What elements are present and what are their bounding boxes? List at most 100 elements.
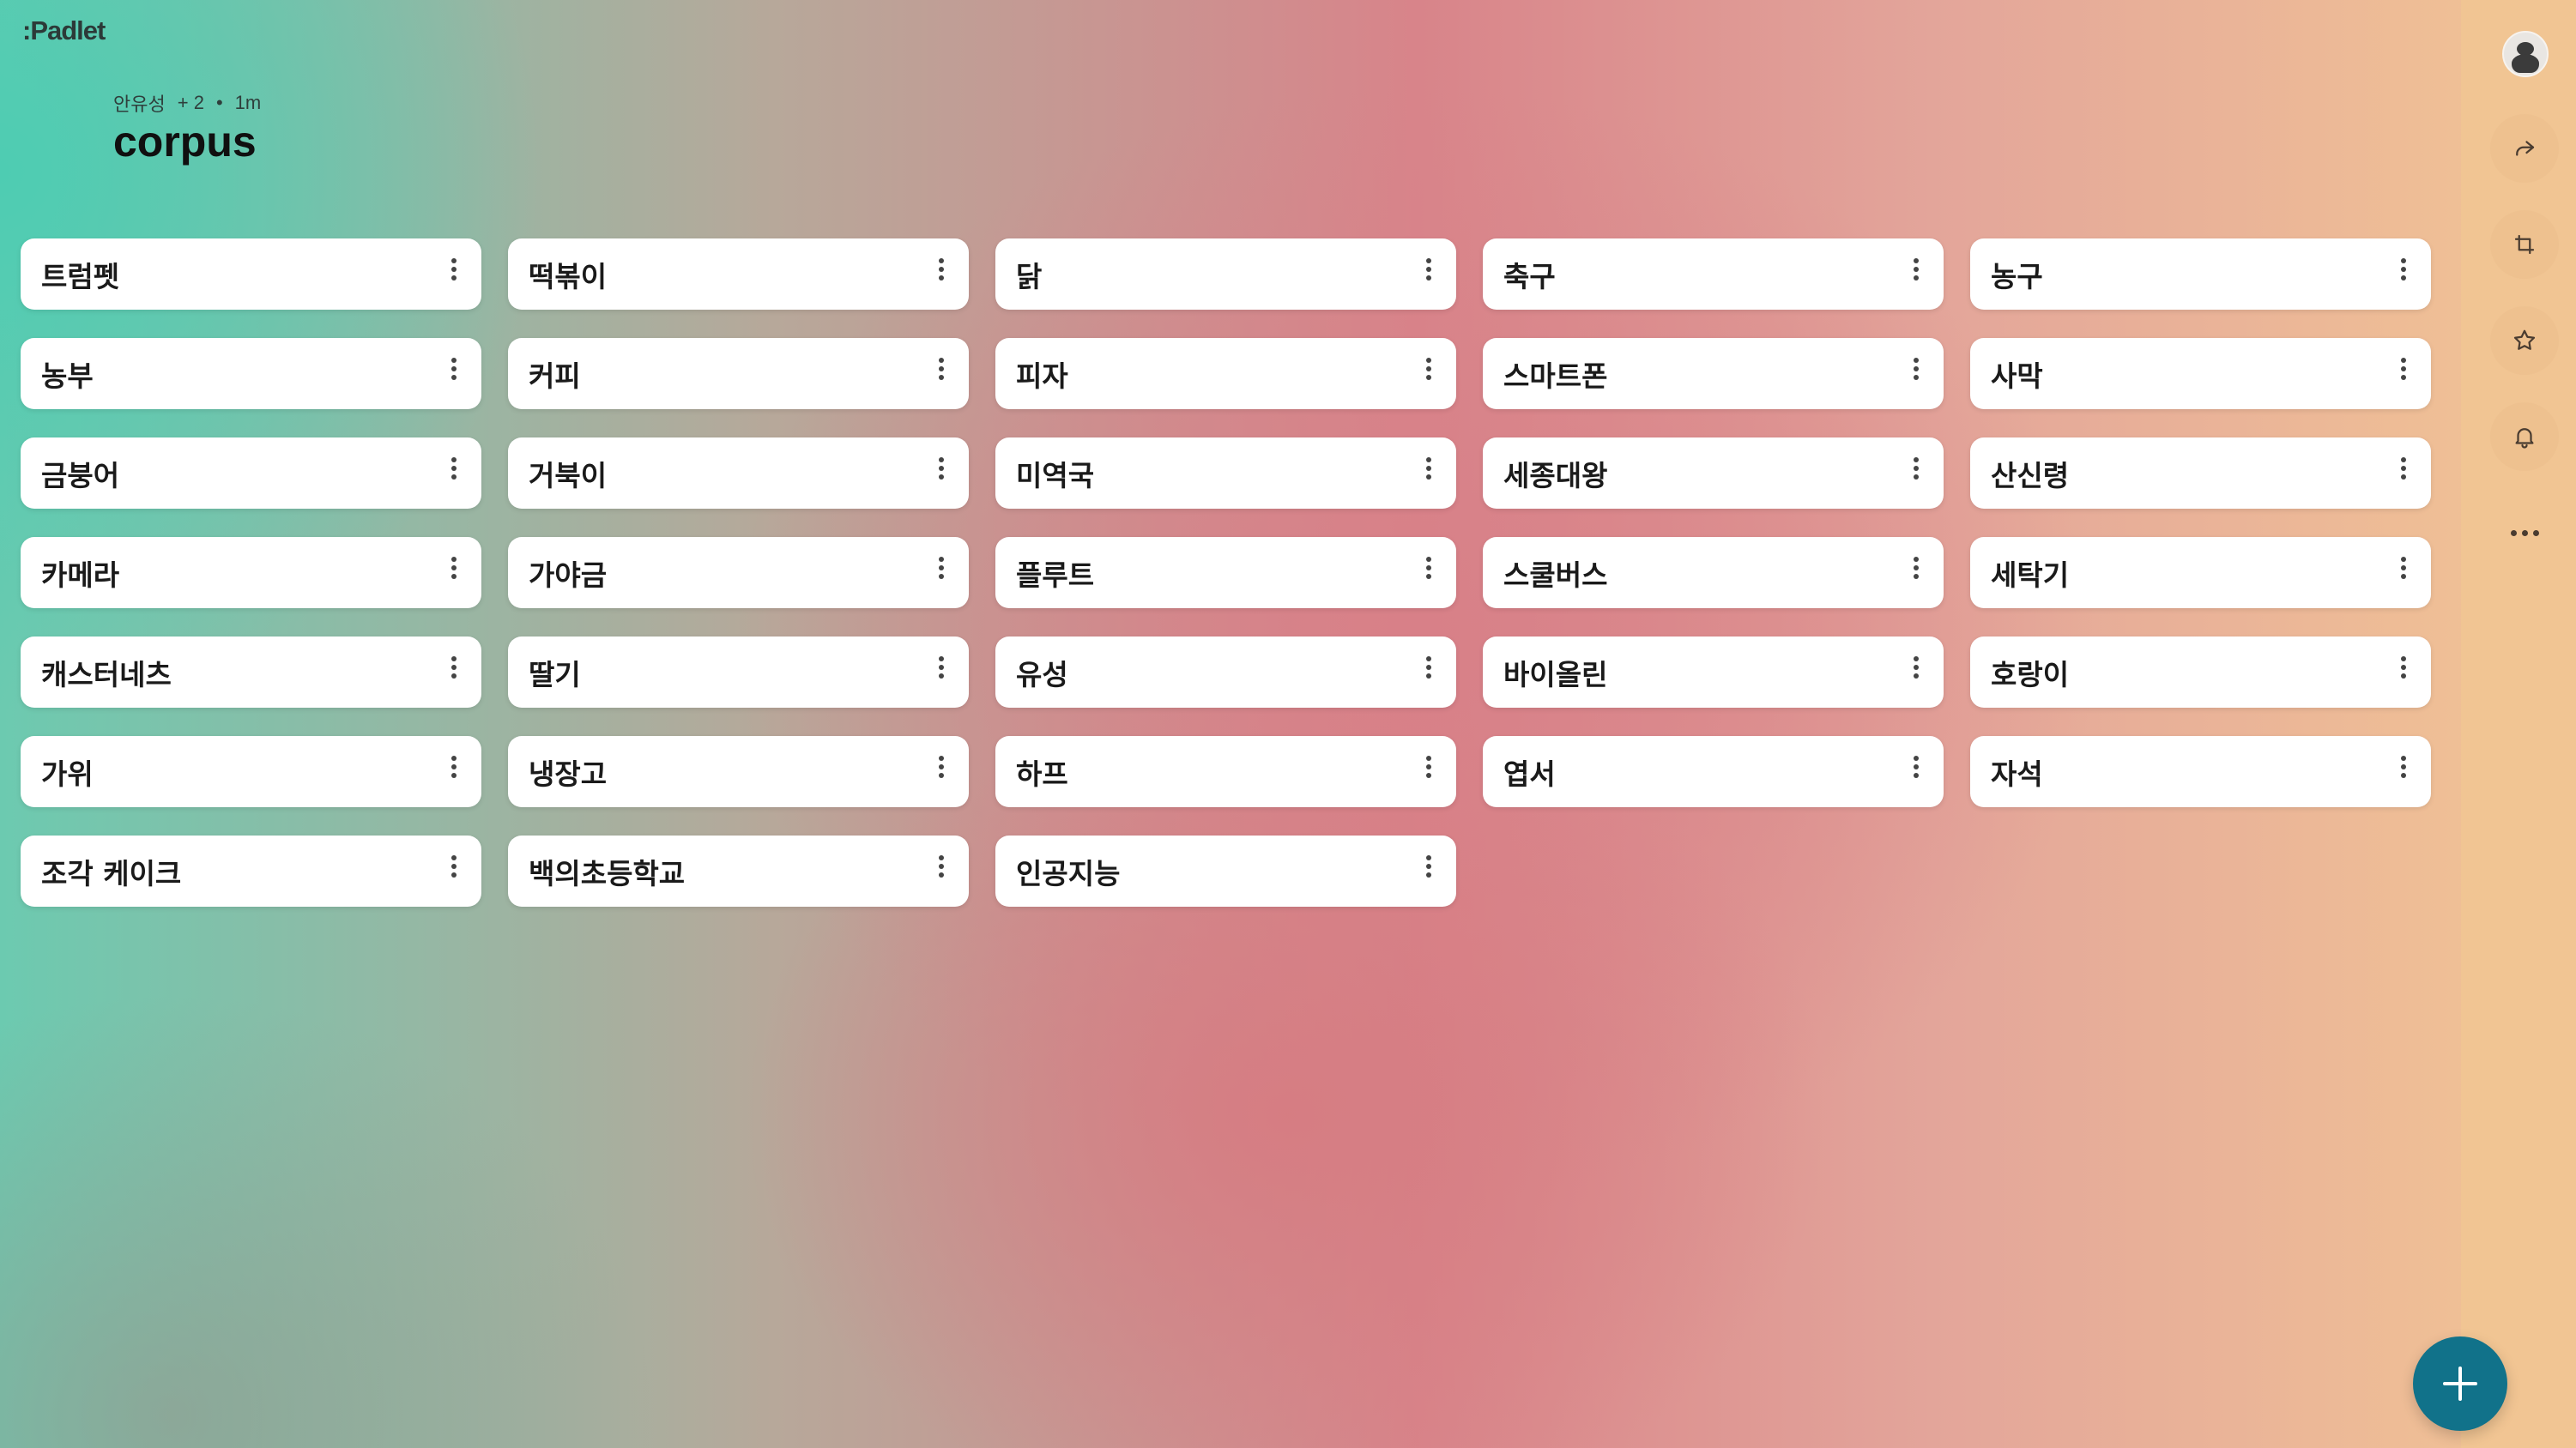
post-grid: 트럼펫 떡볶이 닭 축구 농구농부 커피 피자 스마트폰 사막금붕어 거북이 미역국 세종대왕 산신령카… xyxy=(21,238,2431,907)
post-card[interactable]: 닭 xyxy=(995,238,1456,310)
post-menu-icon[interactable] xyxy=(931,344,952,404)
post-menu-icon[interactable] xyxy=(1418,443,1439,504)
post-menu-icon[interactable] xyxy=(444,344,464,404)
post-title: 산신령 xyxy=(1991,458,2070,492)
post-title: 미역국 xyxy=(1016,458,1095,492)
remake-button[interactable] xyxy=(2490,210,2559,279)
author-name[interactable]: 안유성 xyxy=(113,89,166,117)
post-title: 농부 xyxy=(41,359,94,393)
post-menu-icon[interactable] xyxy=(1418,244,1439,305)
bell-icon xyxy=(2515,428,2534,449)
post-menu-icon[interactable] xyxy=(931,443,952,504)
post-card[interactable]: 사막 xyxy=(1970,338,2431,409)
post-card[interactable]: 산신령 xyxy=(1970,437,2431,509)
post-card[interactable]: 커피 xyxy=(508,338,969,409)
post-card[interactable]: 백의초등학교 xyxy=(508,836,969,907)
post-card[interactable]: 플루트 xyxy=(995,537,1456,608)
post-title: 스마트폰 xyxy=(1503,359,1608,393)
post-title: 호랑이 xyxy=(1991,657,2070,691)
post-card[interactable]: 인공지능 xyxy=(995,836,1456,907)
more-icon xyxy=(2510,529,2517,536)
post-card[interactable]: 카메라 xyxy=(21,537,481,608)
post-title: 엽서 xyxy=(1503,757,1556,791)
post-menu-icon[interactable] xyxy=(2393,643,2414,703)
post-card[interactable]: 바이올린 xyxy=(1483,637,1944,708)
post-menu-icon[interactable] xyxy=(1906,643,1926,703)
post-card[interactable]: 유성 xyxy=(995,637,1456,708)
board-title[interactable]: corpus xyxy=(113,117,257,166)
post-title: 자석 xyxy=(1991,757,2043,791)
post-menu-icon[interactable] xyxy=(931,643,952,703)
post-card[interactable]: 축구 xyxy=(1483,238,1944,310)
post-menu-icon[interactable] xyxy=(1418,643,1439,703)
more-options-button[interactable] xyxy=(2504,520,2545,546)
post-card[interactable]: 미역국 xyxy=(995,437,1456,509)
post-menu-icon[interactable] xyxy=(1418,543,1439,603)
post-menu-icon[interactable] xyxy=(1418,344,1439,404)
post-card[interactable]: 떡볶이 xyxy=(508,238,969,310)
post-menu-icon[interactable] xyxy=(444,244,464,305)
plus-icon xyxy=(2443,1367,2477,1401)
updated-time: 1m xyxy=(234,92,262,113)
post-card[interactable]: 트럼펫 xyxy=(21,238,481,310)
post-card[interactable]: 스쿨버스 xyxy=(1483,537,1944,608)
post-menu-icon[interactable] xyxy=(1906,742,1926,802)
post-menu-icon[interactable] xyxy=(444,443,464,504)
post-card[interactable]: 스마트폰 xyxy=(1483,338,1944,409)
post-menu-icon[interactable] xyxy=(2393,344,2414,404)
post-menu-icon[interactable] xyxy=(444,842,464,902)
post-title: 거북이 xyxy=(529,458,608,492)
post-menu-icon[interactable] xyxy=(444,543,464,603)
post-card[interactable]: 가위 xyxy=(21,736,481,807)
post-card[interactable]: 농구 xyxy=(1970,238,2431,310)
post-menu-icon[interactable] xyxy=(444,643,464,703)
notifications-button[interactable] xyxy=(2490,402,2559,471)
post-title: 떡볶이 xyxy=(529,259,608,293)
post-menu-icon[interactable] xyxy=(931,742,952,802)
post-card[interactable]: 세종대왕 xyxy=(1483,437,1944,509)
post-card[interactable]: 가야금 xyxy=(508,537,969,608)
post-card[interactable]: 금붕어 xyxy=(21,437,481,509)
post-menu-icon[interactable] xyxy=(2393,443,2414,504)
padlet-logo[interactable]: :Padlet xyxy=(22,15,106,46)
post-menu-icon[interactable] xyxy=(2393,244,2414,305)
post-card[interactable]: 농부 xyxy=(21,338,481,409)
bookmark-button[interactable] xyxy=(2490,306,2559,375)
post-title: 가야금 xyxy=(529,558,608,592)
post-menu-icon[interactable] xyxy=(1906,244,1926,305)
post-card[interactable]: 엽서 xyxy=(1483,736,1944,807)
post-title: 조각 케이크 xyxy=(41,856,182,890)
post-menu-icon[interactable] xyxy=(931,543,952,603)
post-title: 닭 xyxy=(1016,259,1043,293)
post-card[interactable]: 호랑이 xyxy=(1970,637,2431,708)
post-card[interactable]: 거북이 xyxy=(508,437,969,509)
post-card[interactable]: 피자 xyxy=(995,338,1456,409)
post-menu-icon[interactable] xyxy=(1906,543,1926,603)
share-button[interactable] xyxy=(2490,114,2559,183)
post-menu-icon[interactable] xyxy=(931,244,952,305)
post-card[interactable]: 하프 xyxy=(995,736,1456,807)
post-menu-icon[interactable] xyxy=(2393,742,2414,802)
post-menu-icon[interactable] xyxy=(1906,443,1926,504)
collaborator-count[interactable]: + 2 xyxy=(178,92,204,114)
post-card[interactable]: 자석 xyxy=(1970,736,2431,807)
post-title: 축구 xyxy=(1503,259,1556,293)
post-menu-icon[interactable] xyxy=(1906,344,1926,404)
post-menu-icon[interactable] xyxy=(931,842,952,902)
remake-icon xyxy=(2514,234,2535,255)
user-avatar[interactable] xyxy=(2502,31,2549,77)
post-card[interactable]: 냉장고 xyxy=(508,736,969,807)
post-menu-icon[interactable] xyxy=(444,742,464,802)
post-title: 세탁기 xyxy=(1991,558,2070,592)
post-menu-icon[interactable] xyxy=(1418,742,1439,802)
post-menu-icon[interactable] xyxy=(2393,543,2414,603)
post-title: 냉장고 xyxy=(529,757,608,791)
post-card[interactable]: 캐스터네츠 xyxy=(21,637,481,708)
post-card[interactable]: 세탁기 xyxy=(1970,537,2431,608)
post-card[interactable]: 조각 케이크 xyxy=(21,836,481,907)
post-card[interactable]: 딸기 xyxy=(508,637,969,708)
meta-separator: • xyxy=(215,92,223,113)
post-menu-icon[interactable] xyxy=(1418,842,1439,902)
post-title: 커피 xyxy=(529,359,581,393)
add-post-button[interactable] xyxy=(2413,1336,2507,1431)
